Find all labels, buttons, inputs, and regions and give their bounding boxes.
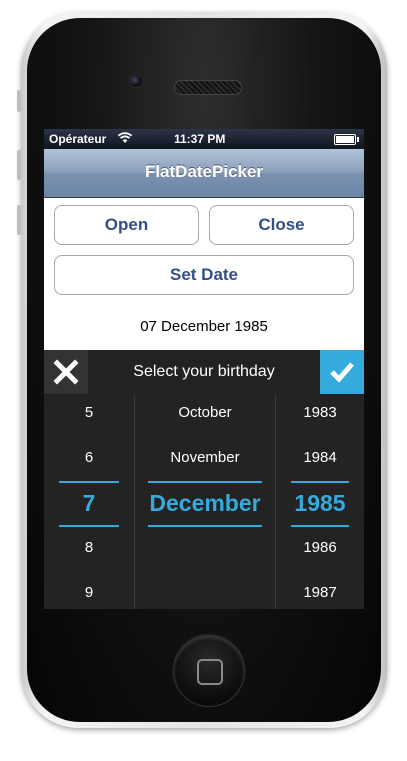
year-column[interactable]: 1983 1984 1985 1986 1987	[276, 395, 364, 609]
year-option[interactable]: 1984	[276, 448, 364, 468]
day-option[interactable]: 6	[44, 448, 134, 468]
month-option-selected[interactable]: December	[135, 489, 275, 517]
year-option[interactable]: 1986	[276, 538, 364, 558]
carrier-name: Opérateur	[49, 132, 107, 146]
year-selection-top-line	[291, 481, 349, 483]
status-bar: Opérateur 11:37 PM	[44, 129, 364, 149]
year-option[interactable]: 1987	[276, 583, 364, 603]
nav-title: FlatDatePicker	[144, 162, 264, 181]
month-selection-top-line	[148, 481, 262, 483]
year-selection-bottom-line	[291, 525, 349, 527]
wifi-icon	[117, 131, 133, 147]
set-date-button[interactable]: Set Date	[54, 255, 354, 295]
picker-wheels: 5 6 7 8 9 October November December 1983…	[44, 395, 364, 609]
day-column[interactable]: 5 6 7 8 9	[44, 395, 135, 609]
device-screen: Opérateur 11:37 PM FlatDatePicker Open C…	[44, 129, 364, 609]
cancel-button[interactable]	[44, 350, 88, 394]
selected-date-label: 07 December 1985	[140, 318, 268, 335]
month-column[interactable]: October November December	[135, 395, 276, 609]
open-button[interactable]: Open	[54, 205, 199, 245]
confirm-button[interactable]	[320, 350, 364, 394]
month-selection-bottom-line	[148, 525, 262, 527]
month-option[interactable]: October	[135, 403, 275, 423]
navigation-bar: FlatDatePicker	[44, 149, 364, 198]
home-square-icon	[197, 659, 223, 685]
home-button[interactable]	[173, 635, 245, 707]
month-option[interactable]: November	[135, 448, 275, 468]
day-option[interactable]: 5	[44, 403, 134, 423]
close-x-icon	[52, 358, 80, 391]
year-option[interactable]: 1983	[276, 403, 364, 423]
picker-toolbar: Select your birthday	[44, 350, 364, 394]
status-time: 11:37 PM	[174, 132, 226, 146]
volume-up-button	[17, 150, 21, 180]
picker-title: Select your birthday	[133, 363, 275, 380]
day-option[interactable]: 8	[44, 538, 134, 558]
day-selection-top-line	[59, 481, 119, 483]
checkmark-icon	[328, 359, 356, 390]
day-selection-bottom-line	[59, 525, 119, 527]
mute-switch	[17, 90, 21, 112]
close-button[interactable]: Close	[209, 205, 354, 245]
volume-down-button	[17, 205, 21, 235]
day-option[interactable]: 9	[44, 583, 134, 603]
earpiece-speaker	[174, 80, 242, 95]
flat-date-picker: Select your birthday 5 6 7 8 9 October N…	[44, 350, 364, 609]
year-option-selected[interactable]: 1985	[276, 489, 364, 517]
battery-icon	[334, 134, 359, 145]
day-option-selected[interactable]: 7	[44, 489, 134, 517]
front-camera	[129, 74, 143, 88]
